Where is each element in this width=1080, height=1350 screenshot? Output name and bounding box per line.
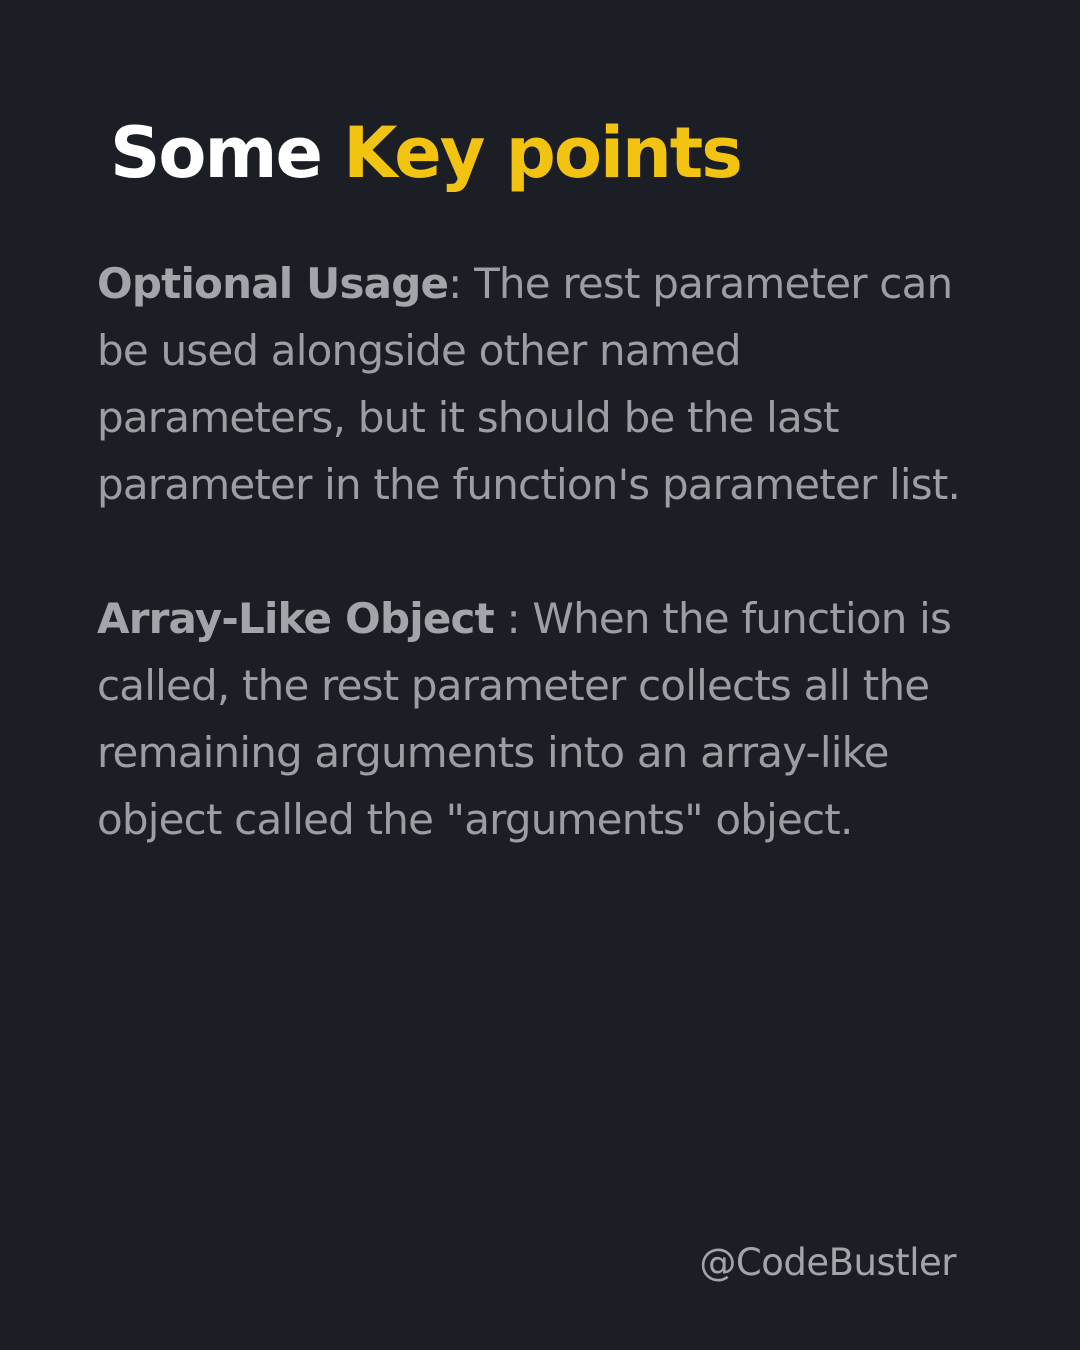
- author-handle: @CodeBustler: [699, 1241, 956, 1284]
- key-point-array-like-object: Array-Like Object : When the function is…: [97, 585, 977, 853]
- title-highlight-part: Key points: [343, 112, 743, 194]
- page-title: Some Key points: [110, 108, 743, 198]
- key-points-list: Optional Usage: The rest parameter can b…: [97, 250, 977, 853]
- key-point-separator: :: [493, 594, 520, 643]
- title-white-part: Some: [110, 112, 323, 194]
- key-point-term: Array-Like Object: [97, 594, 495, 643]
- key-point-term: Optional Usage: [97, 259, 449, 308]
- key-point-separator: :: [448, 259, 462, 308]
- key-point-optional-usage: Optional Usage: The rest parameter can b…: [97, 250, 977, 518]
